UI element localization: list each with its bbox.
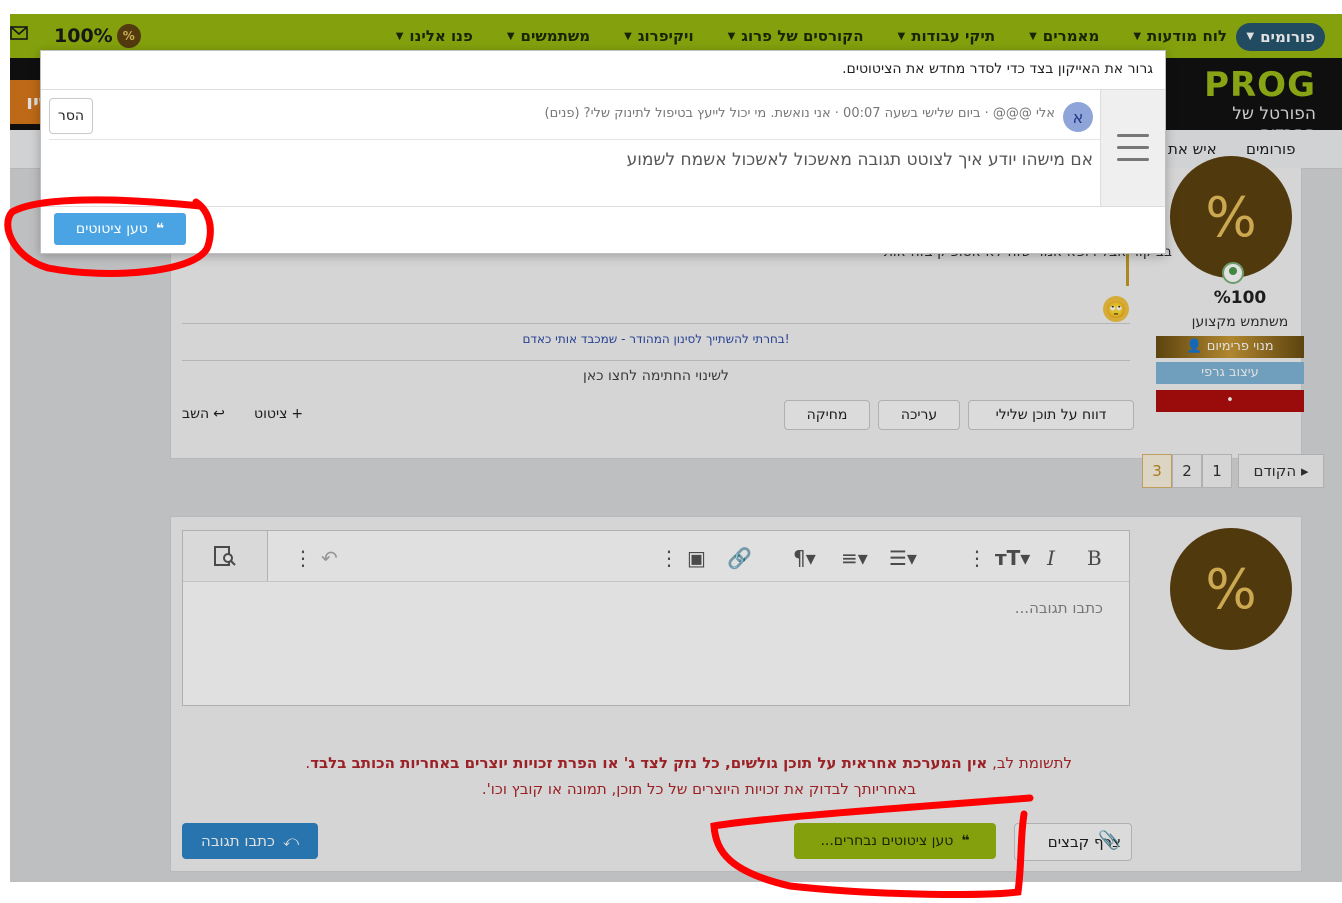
drag-handle-line: [1117, 134, 1149, 137]
divider: [49, 139, 1101, 140]
quotes-modal: גרור את האייקון בצד כדי לסדר מחדש את הצי…: [40, 50, 1166, 254]
load-quotes-button[interactable]: ❝ טען ציטוטים: [54, 213, 186, 245]
load-quotes-label: טען ציטוטים: [75, 221, 148, 237]
quote-card: א אלי @@@ · ביום שלישי בשעה 00:07 · אני …: [41, 89, 1165, 207]
page-frame: פורומים ▼ לוח מודעות ▼ מאמרים ▼ תיקי עבודו…: [10, 14, 1342, 882]
drag-handle-line: [1117, 158, 1149, 161]
drag-handle-line: [1117, 146, 1149, 149]
remove-quote-button[interactable]: הסר: [49, 98, 93, 134]
quote-body: אם מישהו יודע איך לצוטט תגובה מאשכול לאש…: [626, 150, 1093, 170]
modal-hint: גרור את האייקון בצד כדי לסדר מחדש את הצי…: [842, 61, 1153, 77]
quote-meta: אלי @@@ · ביום שלישי בשעה 00:07 · אני נו…: [544, 106, 1055, 121]
quote-icon: ❝: [155, 221, 165, 237]
drag-handle[interactable]: [1100, 90, 1165, 206]
quote-author-avatar[interactable]: א: [1063, 102, 1093, 132]
